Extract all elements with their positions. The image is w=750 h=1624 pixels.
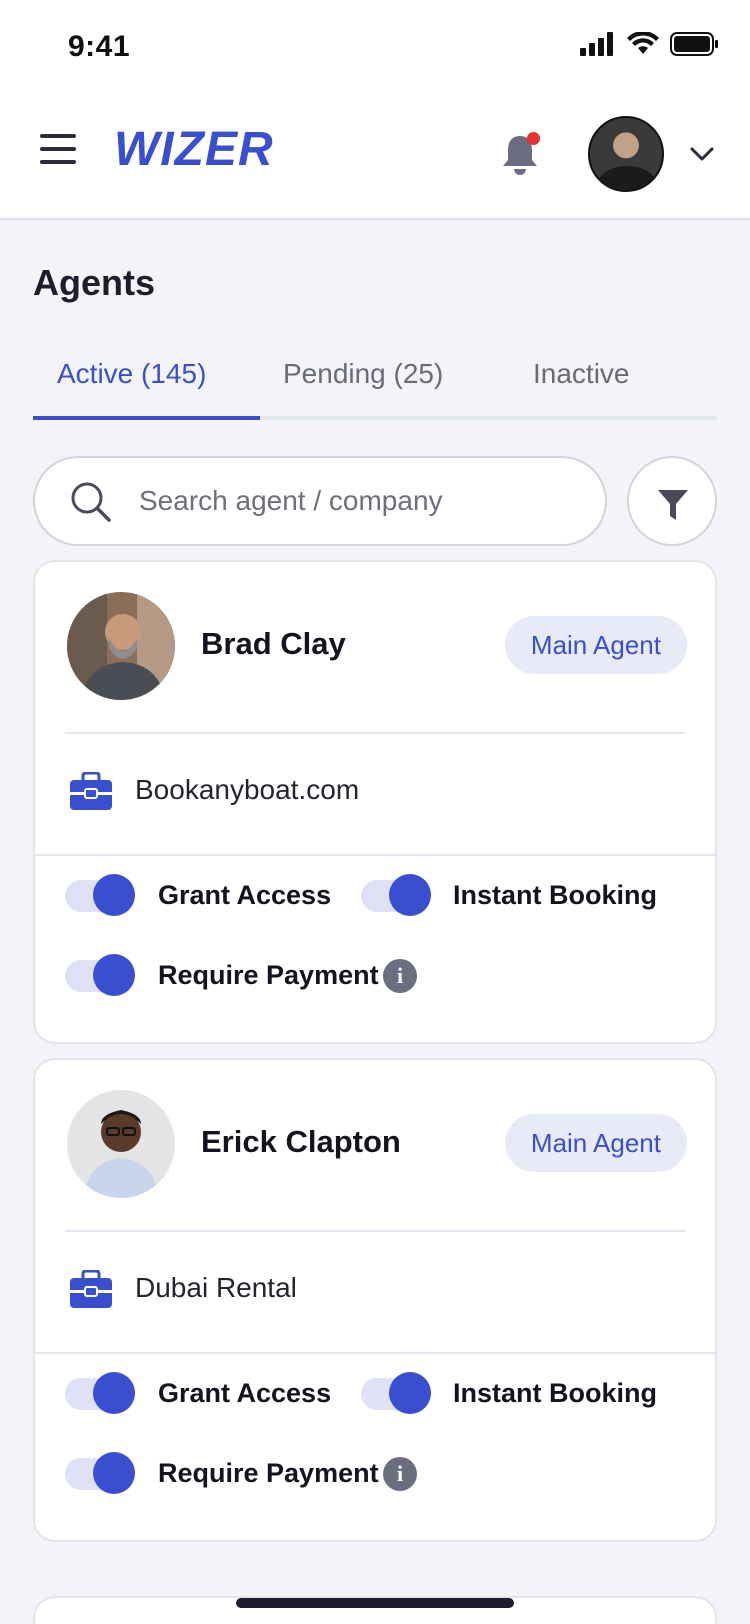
tab-pending[interactable]: Pending (25) [283,358,443,390]
agent-card[interactable]: Erick Clapton Main Agent Dubai Rental Gr… [33,1058,717,1542]
search-input[interactable] [139,458,579,544]
app-header: WIZER [0,96,750,220]
hamburger-menu-icon[interactable] [40,134,76,168]
agent-card[interactable]: Brad Clay Main Agent Bookanyboat.com Gra… [33,560,717,1044]
notification-bell-icon[interactable] [500,132,542,178]
cellular-signal-icon [580,32,613,56]
battery-icon [670,32,718,56]
tab-inactive[interactable]: Inactive [533,358,630,390]
agent-avatar [67,592,175,700]
wifi-icon [627,32,659,54]
grant-access-toggle[interactable] [65,1372,135,1414]
instant-booking-label: Instant Booking [453,1378,657,1408]
divider [35,854,715,856]
agent-name: Brad Clay [201,626,346,661]
filter-funnel-icon [658,490,688,520]
role-badge: Main Agent [504,616,687,674]
instant-booking-toggle[interactable] [361,1372,431,1414]
require-payment-toggle[interactable] [65,1452,135,1494]
wizer-logo: WIZER [114,123,274,176]
active-tab-indicator [33,416,260,420]
search-icon [71,482,111,522]
require-payment-label: Require Payment [158,1458,379,1488]
divider [65,1230,685,1232]
info-icon[interactable]: i [383,959,417,993]
grant-access-label: Grant Access [158,880,332,910]
home-indicator [236,1598,514,1608]
require-payment-label: Require Payment [158,960,379,990]
briefcase-icon [70,772,112,810]
notification-dot [527,132,540,145]
status-time: 9:41 [68,30,131,63]
chevron-down-icon[interactable] [688,140,716,168]
status-icons [580,32,720,56]
instant-booking-toggle[interactable] [361,874,431,916]
status-bar: 9:41 [0,0,750,96]
divider [65,732,685,734]
agent-name: Erick Clapton [201,1124,401,1159]
user-avatar[interactable] [588,116,664,192]
grant-access-toggle[interactable] [65,874,135,916]
search-box[interactable] [33,456,607,546]
grant-access-label: Grant Access [158,1378,332,1408]
tab-active[interactable]: Active (145) [57,358,206,390]
divider [35,1352,715,1354]
briefcase-icon [70,1270,112,1308]
status-tabs: Active (145) Pending (25) Inactive [33,348,717,420]
require-payment-toggle[interactable] [65,954,135,996]
filter-button[interactable] [627,456,717,546]
agent-avatar [67,1090,175,1198]
info-icon[interactable]: i [383,1457,417,1491]
role-badge: Main Agent [504,1114,687,1172]
agents-screen: 9:41 WIZER Agents Active (145) Pending (… [0,0,750,1624]
instant-booking-label: Instant Booking [453,880,657,910]
page-title: Agents [33,262,156,303]
company-name: Bookanyboat.com [135,774,360,805]
company-name: Dubai Rental [135,1272,297,1303]
